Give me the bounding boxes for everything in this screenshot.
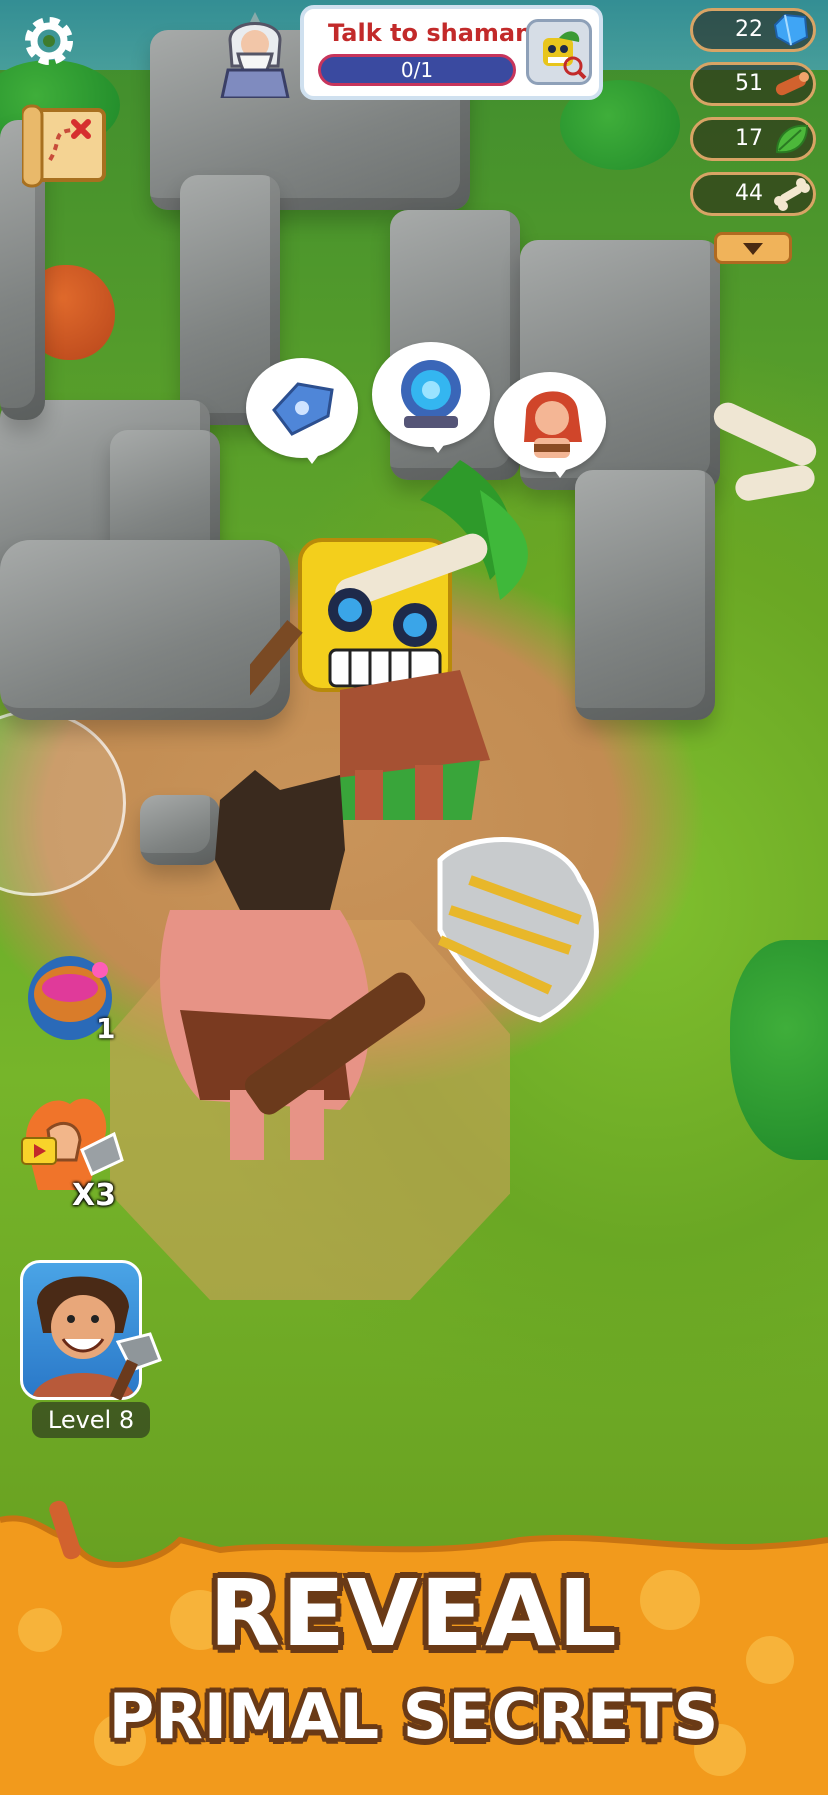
speech-bubble[interactable]	[372, 342, 490, 453]
hero-profile-button[interactable]	[20, 1260, 162, 1405]
resource-leaf-value: 17	[735, 126, 763, 151]
bone-icon	[774, 178, 810, 211]
leaf-icon	[775, 124, 809, 154]
quest-title: Talk to shaman	[328, 19, 533, 47]
quest-progress-bar: 0/1	[318, 54, 516, 86]
bush	[730, 940, 828, 1160]
quest-progress-text: 0/1	[400, 58, 434, 82]
resource-leaf[interactable]: 17	[690, 117, 816, 161]
resource-wood-value: 51	[735, 71, 763, 96]
stone-club-icon	[110, 1332, 162, 1400]
move-area	[0, 710, 126, 896]
resource-bone-value: 44	[735, 181, 763, 206]
chevron-down-icon	[743, 243, 763, 255]
wood-log-icon	[775, 72, 809, 96]
bone-decoration	[709, 398, 821, 470]
stone-tool-icon	[272, 382, 334, 436]
resource-wood[interactable]: 51	[690, 62, 816, 106]
banner-subheadline: PRIMAL SECRETS	[108, 1680, 720, 1753]
banner-headline: REVEAL	[209, 1560, 619, 1667]
cavewoman-icon	[524, 391, 582, 458]
strength-boost-button[interactable]: X3	[18, 1090, 130, 1215]
potion-count: 1	[96, 1012, 116, 1045]
shaman-character[interactable]	[250, 430, 550, 820]
speech-bubble[interactable]	[246, 358, 358, 464]
player-level-label: Level 8	[32, 1402, 150, 1438]
resources-expand-button[interactable]	[714, 232, 792, 264]
blue-crystal-icon	[773, 13, 809, 47]
shaman-portrait-icon	[220, 12, 290, 98]
resource-crystal[interactable]: 22	[690, 8, 816, 52]
stone-base	[0, 540, 290, 720]
quest-panel[interactable]: Talk to shaman 0/1	[300, 5, 603, 100]
stone-pillar	[575, 470, 715, 720]
player-caveman[interactable]	[140, 770, 620, 1200]
potion-bowl-button[interactable]: 1	[24, 950, 122, 1045]
portal-icon	[401, 360, 461, 428]
resource-bone[interactable]: 44	[690, 172, 816, 216]
shaman-mask-search-icon	[543, 31, 587, 80]
settings-gear-icon[interactable]	[20, 12, 78, 70]
speech-bubble[interactable]	[494, 372, 606, 478]
bone-decoration	[733, 463, 817, 503]
boost-multiplier: X3	[72, 1178, 117, 1213]
resource-crystal-value: 22	[735, 17, 763, 42]
treasure-map-icon[interactable]	[22, 100, 112, 190]
quest-target-icon[interactable]	[526, 19, 592, 85]
